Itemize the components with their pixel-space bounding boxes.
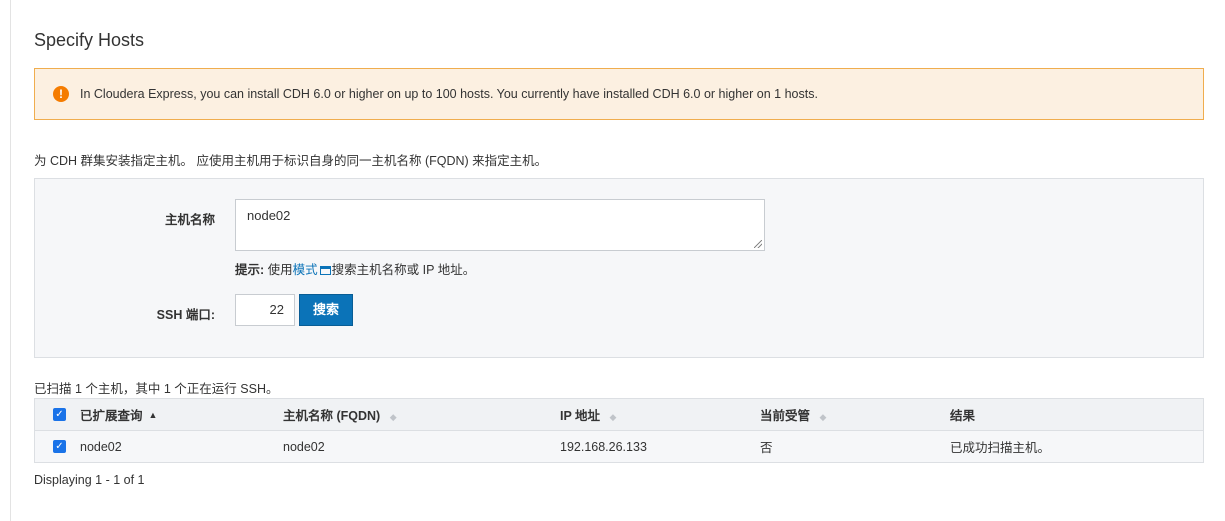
select-all-checkbox[interactable]: ✓	[53, 408, 66, 421]
ssh-port-label: SSH 端口:	[156, 308, 215, 322]
col-managed-label: 当前受管	[760, 409, 811, 423]
table-header-row: ✓ 已扩展查询 ▲ 主机名称 (FQDN) ◆ IP 地址 ◆ 当前受管 ◆ 结…	[35, 399, 1203, 431]
alert-text: In Cloudera Express, you can install CDH…	[80, 87, 818, 101]
cell-managed: 否	[760, 441, 773, 455]
window-icon[interactable]	[319, 266, 331, 275]
hint-prefix: 提示:	[235, 263, 265, 277]
cell-result: 已成功扫描主机。	[950, 441, 1051, 455]
cell-expanded-query-value: node02	[80, 439, 122, 454]
scan-summary: 已扫描 1 个主机，其中 1 个正在运行 SSH。	[34, 382, 279, 396]
pattern-link[interactable]: 模式	[293, 263, 318, 277]
col-result-label: 结果	[950, 409, 976, 423]
hosts-table: ✓ 已扩展查询 ▲ 主机名称 (FQDN) ◆ IP 地址 ◆ 当前受管 ◆ 结…	[34, 398, 1204, 463]
hostname-value: node02	[247, 208, 291, 223]
intro-text: 为 CDH 群集安装指定主机。 应使用主机用于标识自身的同一主机名称 (FQDN…	[34, 154, 548, 168]
ssh-port-input[interactable]: 22	[235, 294, 295, 326]
cell-fqdn: node02	[283, 439, 325, 454]
exclamation-icon: !	[53, 86, 69, 102]
pagination-info: Displaying 1 - 1 of 1	[34, 473, 145, 487]
table-row: ✓ node02 node02 192.168.26.133 否 已成功扫描主机…	[35, 431, 1203, 462]
sort-icon[interactable]: ◆	[390, 412, 397, 422]
resize-grip-icon[interactable]	[754, 240, 762, 248]
col-expanded-query-label: 已扩展查询	[80, 409, 143, 423]
page-title: Specify Hosts	[34, 30, 145, 50]
sort-icon[interactable]: ◆	[610, 412, 617, 422]
cell-ip: 192.168.26.133	[560, 439, 647, 454]
col-managed[interactable]: 当前受管 ◆	[760, 405, 950, 424]
sort-asc-icon[interactable]: ▲	[149, 410, 158, 420]
left-border	[10, 0, 11, 521]
col-fqdn[interactable]: 主机名称 (FQDN) ◆	[283, 405, 560, 424]
host-limit-alert: ! In Cloudera Express, you can install C…	[34, 68, 1204, 120]
row-checkbox[interactable]: ✓	[53, 440, 66, 453]
col-fqdn-label: 主机名称 (FQDN)	[283, 409, 381, 423]
col-expanded-query[interactable]: ✓ 已扩展查询 ▲	[35, 405, 283, 424]
search-button[interactable]: 搜索	[299, 294, 353, 326]
hostname-textarea[interactable]: node02	[235, 199, 765, 251]
hostname-label: 主机名称	[164, 213, 215, 227]
host-search-form: 主机名称 node02 提示: 使用模式 搜索主机名称或 IP 地址。 SSH 端…	[34, 178, 1204, 358]
cell-expanded-query: ✓ node02	[35, 440, 283, 454]
hostname-hint: 提示: 使用模式 搜索主机名称或 IP 地址。	[235, 259, 475, 278]
col-ip-label: IP 地址	[560, 409, 601, 423]
hint-use: 使用	[264, 263, 293, 277]
col-result: 结果	[950, 405, 1203, 424]
hint-suffix: 搜索主机名称或 IP 地址。	[331, 263, 476, 277]
sort-icon[interactable]: ◆	[820, 412, 827, 422]
col-ip[interactable]: IP 地址 ◆	[560, 405, 760, 424]
